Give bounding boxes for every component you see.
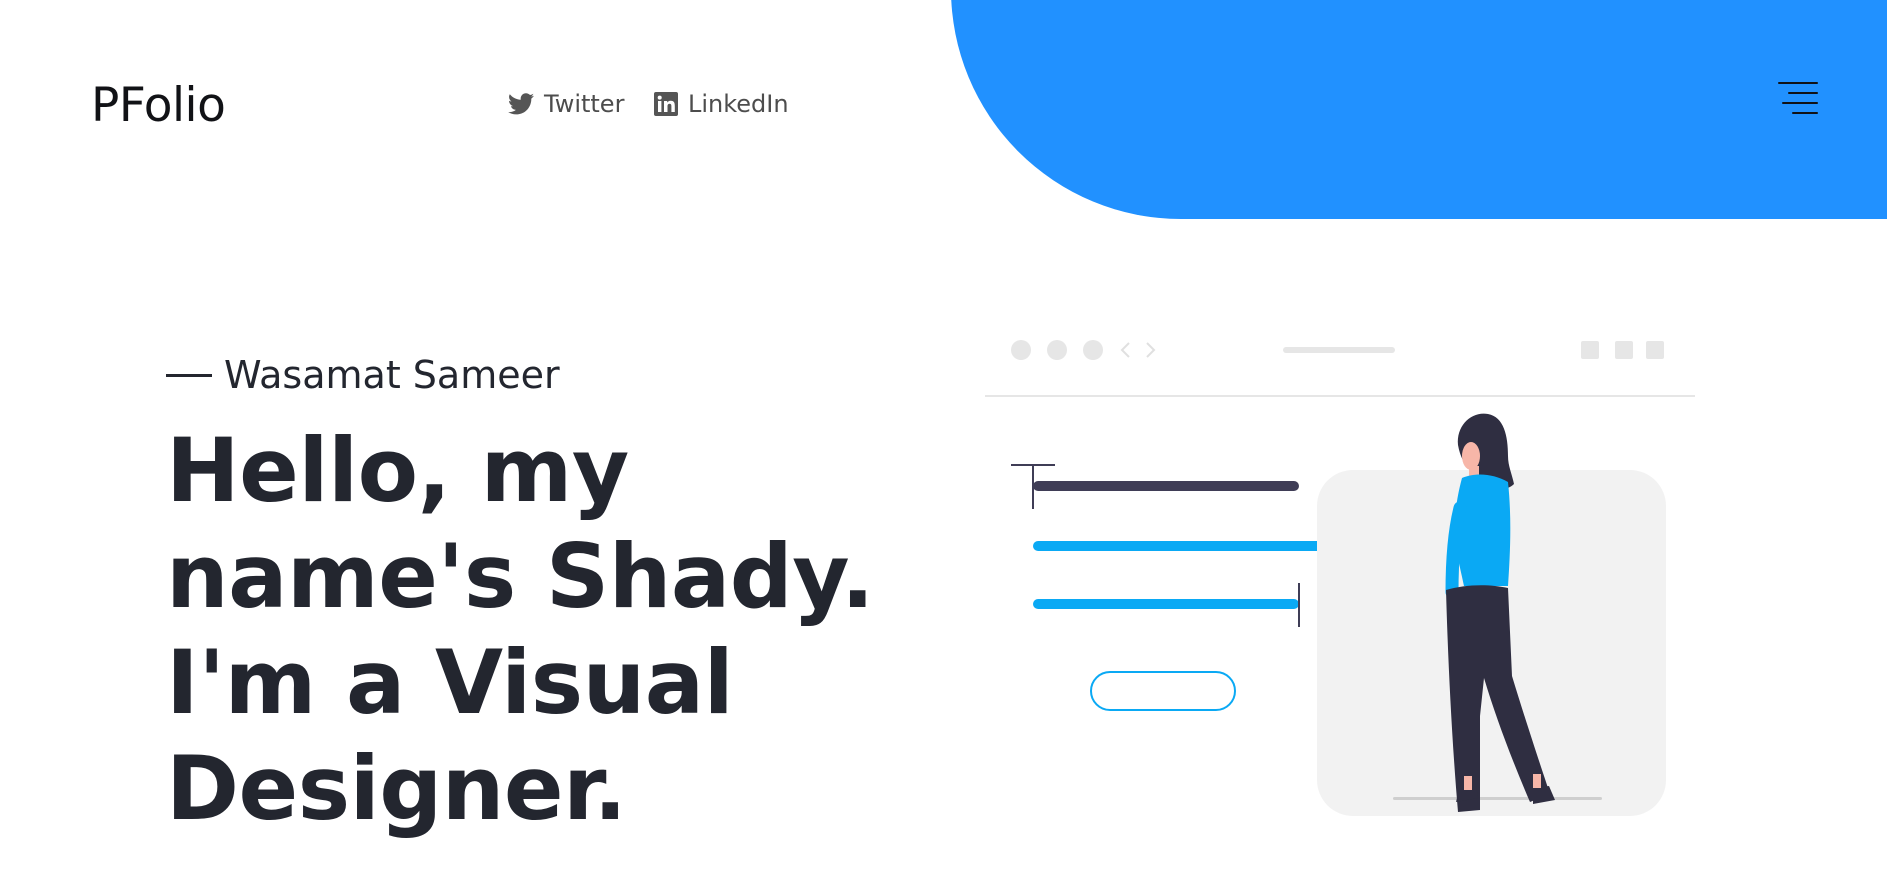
site-logo[interactable]: PFolio — [91, 78, 226, 134]
author-name: Wasamat Sameer — [224, 353, 560, 397]
hamburger-menu-icon[interactable] — [1778, 82, 1818, 114]
hero-kicker: Wasamat Sameer — [166, 352, 560, 398]
hero-title-line-4: Designer. — [166, 737, 627, 840]
linkedin-icon — [654, 92, 678, 116]
hero-title-line-2: name's Shady. — [166, 525, 874, 628]
twitter-link[interactable]: Twitter — [508, 89, 624, 119]
browser-window-illustration — [985, 340, 1695, 816]
page: PFolio Twitter LinkedIn Wasamat Sameer H… — [0, 0, 1887, 887]
hero-illustration — [985, 340, 1695, 816]
hero-title-line-1: Hello, my — [166, 419, 629, 522]
linkedin-label: LinkedIn — [688, 90, 789, 118]
kicker-dash — [166, 373, 212, 377]
decorative-blue-shape — [951, 0, 1887, 219]
hero-title: Hello, my name's Shady. I'm a Visual Des… — [166, 418, 874, 842]
twitter-label: Twitter — [544, 90, 625, 118]
linkedin-link[interactable]: LinkedIn — [654, 89, 789, 119]
twitter-icon — [508, 93, 534, 115]
hero-title-line-3: I'm a Visual — [166, 631, 734, 734]
